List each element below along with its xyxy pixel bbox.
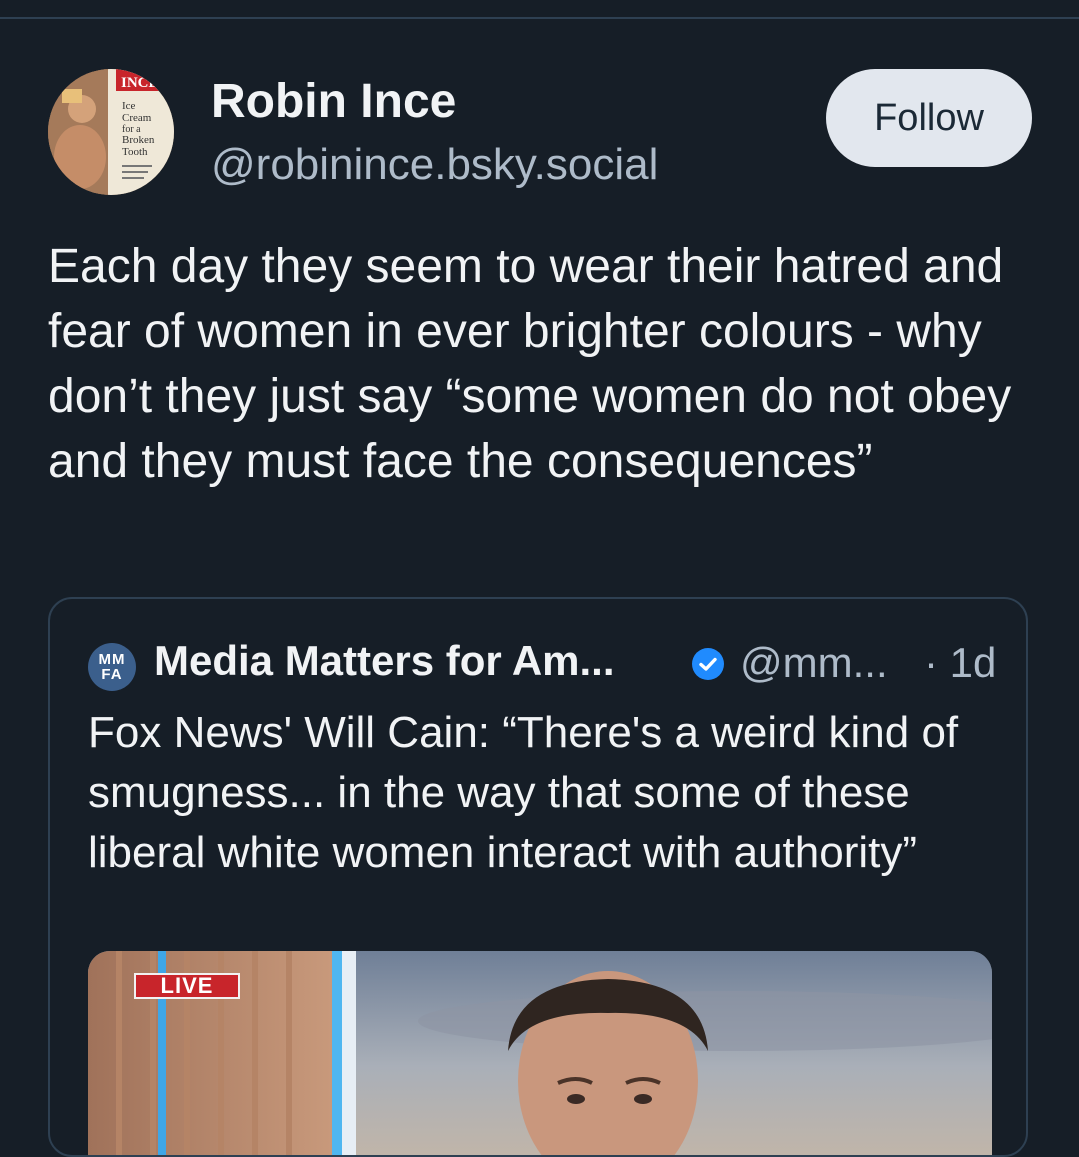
svg-text:Cream: Cream [122, 112, 152, 124]
svg-text:Tooth: Tooth [122, 146, 148, 158]
svg-text:INCE: INCE [121, 75, 159, 91]
author-name[interactable]: Robin Ince [211, 74, 456, 129]
avatar-text-bottom: FA [101, 666, 123, 683]
quoted-author-handle[interactable]: @mm... [740, 639, 888, 687]
quoted-post-time: · 1d [924, 639, 997, 686]
svg-text:Ice: Ice [122, 100, 136, 112]
verified-check-icon [692, 648, 724, 680]
quoted-post-card[interactable]: MM FA Media Matters for Am... @mm... · 1… [48, 597, 1028, 1157]
quoted-post-text: Fox News' Will Cain: “There's a weird ki… [88, 708, 959, 877]
author-handle[interactable]: @robinince.bsky.social [211, 140, 658, 190]
quoted-author-name[interactable]: Media Matters for Am... [154, 637, 615, 685]
post: INCE Ice Cream for a Broken Tooth Robin … [0, 0, 1079, 1157]
avatar-text-top: MM [98, 651, 126, 668]
quoted-post-video-thumbnail[interactable]: LIVE [88, 951, 992, 1155]
svg-text:Broken: Broken [122, 134, 155, 146]
post-text: Each day they seem to wear their hatred … [48, 240, 1025, 488]
book-cover-image: INCE Ice Cream for a Broken Tooth [48, 69, 174, 195]
author-avatar[interactable]: INCE Ice Cream for a Broken Tooth [48, 69, 174, 195]
follow-button[interactable]: Follow [826, 69, 1032, 167]
live-badge: LIVE [134, 973, 240, 999]
quoted-author-avatar[interactable]: MM FA [88, 643, 136, 691]
